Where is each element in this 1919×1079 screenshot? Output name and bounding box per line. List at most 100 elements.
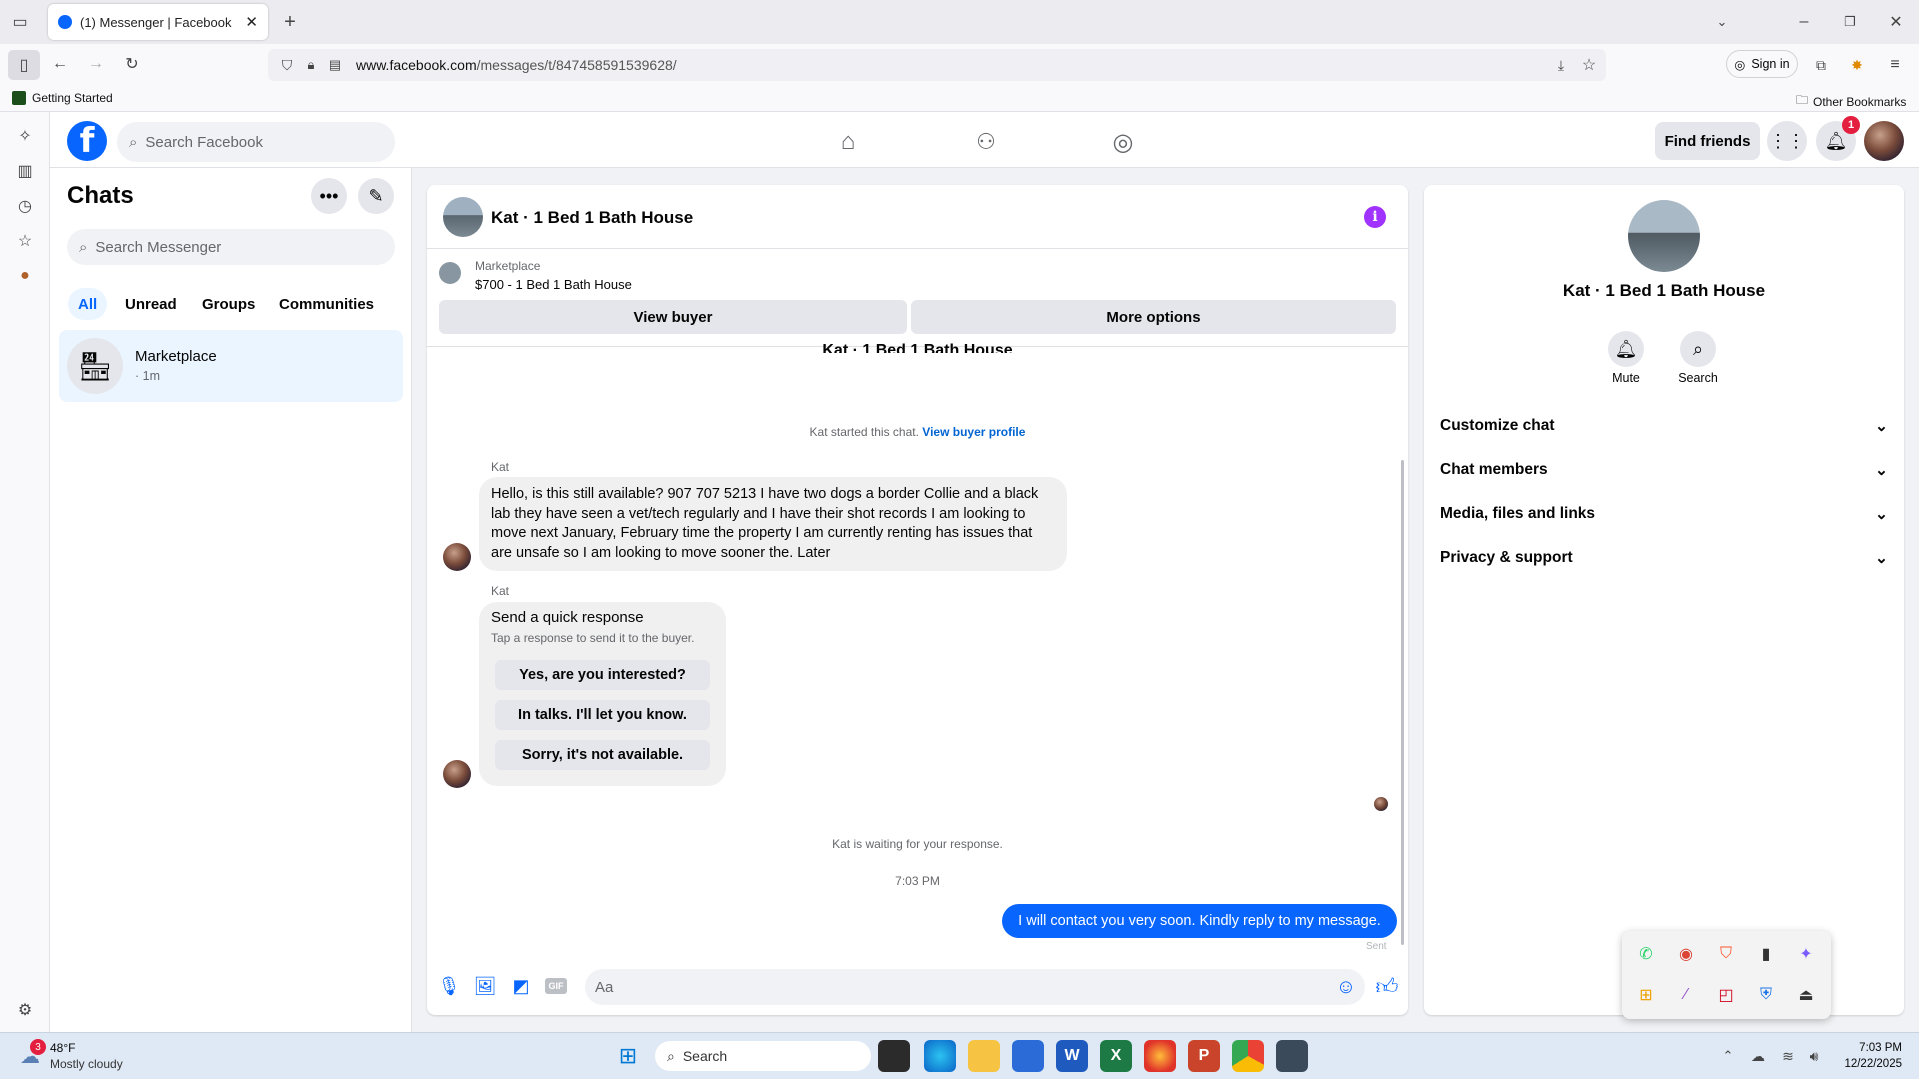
settings-gear-icon[interactable]: ⚙	[13, 998, 37, 1022]
facebook-search-input[interactable]: ⌕ Search Facebook	[117, 122, 395, 162]
conversation-scrollbar[interactable]	[1401, 460, 1404, 945]
listing-avatar[interactable]	[443, 197, 483, 237]
copilot-icon[interactable]: ✦	[1796, 944, 1816, 964]
filter-all[interactable]: All	[68, 288, 108, 320]
sender-avatar[interactable]	[443, 760, 471, 788]
security-shield-icon[interactable]: ⛨	[1756, 985, 1776, 1005]
tray-expand-chevron-icon[interactable]: ⌃	[1716, 1044, 1740, 1068]
reload-icon[interactable]: ↻	[120, 52, 144, 76]
info-avatar[interactable]	[1628, 200, 1700, 272]
weather-temp[interactable]: 48°F	[50, 1041, 75, 1055]
conversation-title[interactable]: Kat · 1 Bed 1 Bath House	[491, 208, 693, 228]
home-icon[interactable]: ⌂	[832, 126, 864, 158]
photo-icon[interactable]: 🖼︎	[474, 974, 497, 998]
extensions-icon[interactable]: ⧉	[1810, 54, 1832, 76]
tab-list-icon[interactable]: ▭	[8, 10, 32, 34]
find-friends-button[interactable]: Find friends	[1655, 122, 1760, 160]
restore-icon[interactable]: ❐	[1838, 10, 1862, 34]
start-windows-icon[interactable]: ⊞	[614, 1042, 642, 1070]
weather-desc[interactable]: Mostly cloudy	[50, 1057, 123, 1071]
url-bar[interactable]: www.facebook.com/messages/t/847458591539…	[268, 49, 1606, 81]
friends-icon[interactable]: ⚇	[970, 126, 1002, 158]
task-view-icon[interactable]	[878, 1040, 910, 1072]
word-icon[interactable]: W	[1056, 1040, 1088, 1072]
windows-update-icon[interactable]: ⊞	[1636, 985, 1656, 1005]
minimize-icon[interactable]: –	[1792, 10, 1816, 34]
outgoing-message[interactable]: I will contact you very soon. Kindly rep…	[1002, 904, 1397, 938]
onedrive-icon[interactable]: ☁	[1746, 1044, 1770, 1068]
info-icon[interactable]: i	[1364, 206, 1386, 228]
pen-icon[interactable]: ⁄	[1676, 985, 1696, 1005]
chrome-icon[interactable]: ◉	[1676, 944, 1696, 964]
cookie-icon[interactable]: ●	[13, 264, 37, 288]
more-options-button[interactable]: More options	[911, 300, 1396, 334]
whatsapp-icon[interactable]: ✆	[1636, 944, 1656, 964]
new-tab-icon[interactable]: +	[278, 10, 302, 34]
menu-grid-icon[interactable]: ⋮⋮	[1767, 121, 1807, 161]
listing-title[interactable]: $700 - 1 Bed 1 Bath House	[475, 277, 632, 292]
facebook-logo-icon[interactable]: f	[67, 121, 107, 161]
filter-unread[interactable]: Unread	[115, 288, 187, 320]
view-buyer-button[interactable]: View buyer	[439, 300, 907, 334]
privacy-support-section[interactable]: Privacy & support ⌄	[1424, 536, 1904, 580]
menu-icon[interactable]: ≡	[1884, 54, 1906, 76]
filter-groups[interactable]: Groups	[192, 288, 265, 320]
groups-icon[interactable]: ◎	[1107, 126, 1139, 158]
thumbs-up-icon[interactable]: 👍︎	[1374, 973, 1400, 999]
clock-time[interactable]: 7:03 PM	[1838, 1042, 1902, 1054]
bookmark-getting-started[interactable]: Getting Started	[12, 91, 113, 105]
close-window-icon[interactable]: ✕	[1884, 10, 1908, 34]
more-options-icon[interactable]: •••	[311, 178, 347, 214]
sender-avatar[interactable]	[443, 543, 471, 571]
customize-chat-section[interactable]: Customize chat ⌄	[1424, 404, 1904, 448]
sidebar-toggle-icon[interactable]: ▯	[8, 50, 40, 80]
quick-reply-in-talks[interactable]: In talks. I'll let you know.	[495, 700, 710, 730]
search-icon[interactable]: ⌕	[1680, 331, 1716, 367]
messenger-search-input[interactable]: ⌕ Search Messenger	[67, 229, 395, 265]
filter-communities[interactable]: Communities	[269, 288, 384, 320]
wifi-icon[interactable]: ≋	[1776, 1044, 1800, 1068]
firefox-icon[interactable]	[1144, 1040, 1176, 1072]
taskbar-search-input[interactable]: ⌕ Search	[655, 1041, 871, 1071]
synced-tabs-icon[interactable]: ▥	[13, 159, 37, 183]
incoming-message[interactable]: Hello, is this still available? 907 707 …	[479, 477, 1067, 571]
extension-fox-icon[interactable]: ✸	[1846, 54, 1868, 76]
lock-icon[interactable]: 🔒︎	[300, 54, 322, 76]
gif-icon[interactable]: GIF	[545, 978, 567, 994]
file-explorer-icon[interactable]	[968, 1040, 1000, 1072]
close-tab-icon[interactable]: ✕	[245, 13, 258, 31]
ai-chat-icon[interactable]: ✧	[13, 124, 37, 148]
back-icon[interactable]: ←	[48, 52, 72, 76]
edge-icon[interactable]	[924, 1040, 956, 1072]
sign-in-button[interactable]: ◎ Sign in	[1726, 50, 1798, 78]
chrome-taskbar-icon[interactable]	[1232, 1040, 1264, 1072]
powerpoint-icon[interactable]: P	[1188, 1040, 1220, 1072]
excel-icon[interactable]: X	[1100, 1040, 1132, 1072]
profile-avatar[interactable]	[1864, 121, 1904, 161]
brave-icon[interactable]: ⛉	[1716, 944, 1736, 964]
emoji-icon[interactable]: ☺	[1334, 975, 1358, 999]
microphone-icon[interactable]: 🎙︎	[438, 974, 461, 998]
chat-members-section[interactable]: Chat members ⌄	[1424, 448, 1904, 492]
app-icon[interactable]	[1276, 1040, 1308, 1072]
store-icon[interactable]	[1012, 1040, 1044, 1072]
bookmark-star-icon[interactable]: ☆	[1578, 54, 1600, 76]
quick-reply-interested[interactable]: Yes, are you interested?	[495, 660, 710, 690]
media-files-section[interactable]: Media, files and links ⌄	[1424, 492, 1904, 536]
message-input[interactable]: Aa	[585, 969, 1365, 1005]
sticker-icon[interactable]: ◩	[510, 974, 532, 998]
shield-icon[interactable]: ⛉	[276, 54, 298, 76]
mute-bell-icon[interactable]: 🔔︎	[1608, 331, 1644, 367]
browser-tab[interactable]: (1) Messenger | Facebook ✕	[48, 4, 268, 40]
new-message-icon[interactable]: ✎	[358, 178, 394, 214]
history-icon[interactable]: ◷	[13, 194, 37, 218]
bookmark-other[interactable]: 🗀︎ Other Bookmarks	[1796, 91, 1906, 112]
eject-icon[interactable]: ⏏	[1796, 985, 1816, 1005]
acrobat-icon[interactable]: ◰	[1716, 985, 1736, 1005]
view-buyer-profile-link[interactable]: View buyer profile	[922, 425, 1025, 439]
usb-icon[interactable]: ▮	[1756, 944, 1776, 964]
save-page-icon[interactable]: ⤓	[1550, 54, 1572, 76]
permissions-icon[interactable]: ▤	[324, 54, 346, 76]
forward-icon[interactable]: →	[84, 52, 108, 76]
volume-icon[interactable]: 🔊︎	[1802, 1044, 1826, 1068]
